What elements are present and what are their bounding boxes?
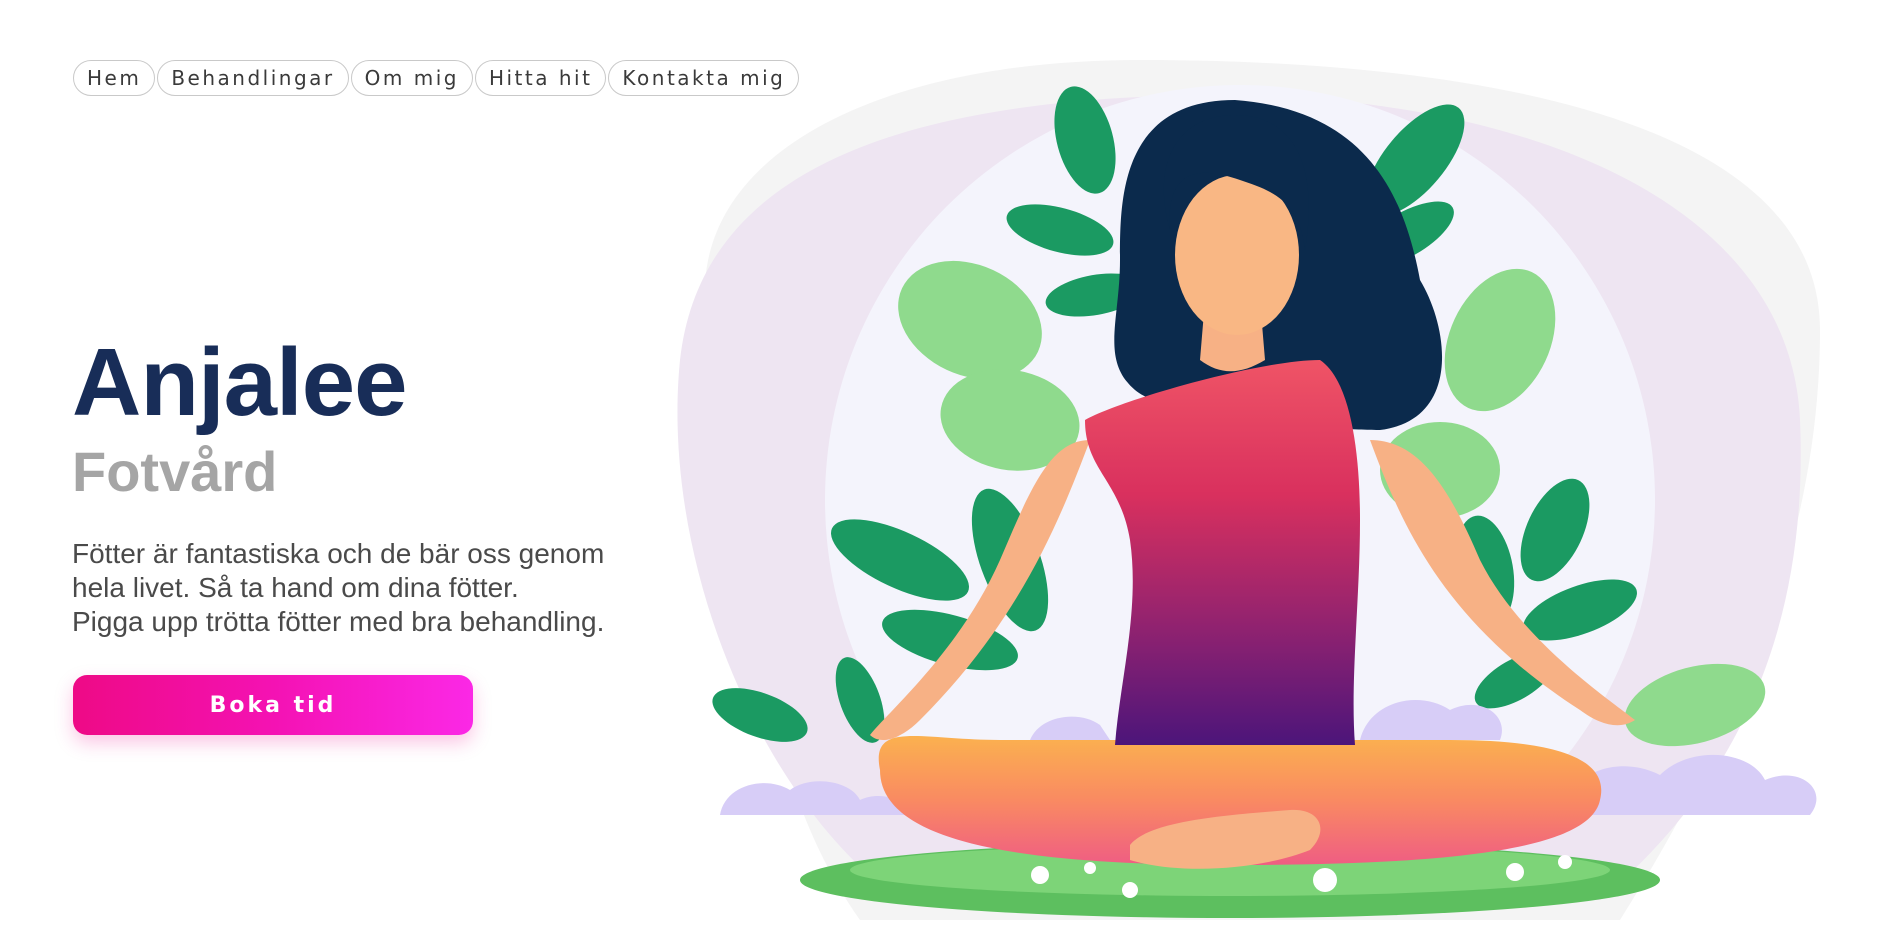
hero-description: Fötter är fantastiska och de bär oss gen… bbox=[72, 537, 672, 639]
nav-item-hitta-hit[interactable]: Hitta hit bbox=[474, 60, 607, 96]
nav-item-om-mig[interactable]: Om mig bbox=[350, 60, 473, 96]
nav-item-hem[interactable]: Hem bbox=[73, 60, 156, 96]
description-line: Fötter är fantastiska och de bär oss gen… bbox=[72, 537, 605, 569]
nav-item-behandlingar[interactable]: Behandlingar bbox=[157, 60, 349, 96]
page-title: Anjalee bbox=[72, 329, 407, 436]
description-line: hela livet. Så ta hand om dina fötter. bbox=[72, 571, 519, 603]
page-subtitle: Fotvård bbox=[72, 440, 278, 503]
hero-text: Anjalee Fotvård Fötter är fantastiska oc… bbox=[72, 335, 672, 639]
description-line: Pigga upp trötta fötter med bra behandli… bbox=[72, 605, 605, 637]
meditating-woman-illustration bbox=[677, 60, 1820, 920]
face bbox=[1175, 175, 1299, 335]
book-appointment-button[interactable]: Boka tid bbox=[73, 675, 473, 735]
